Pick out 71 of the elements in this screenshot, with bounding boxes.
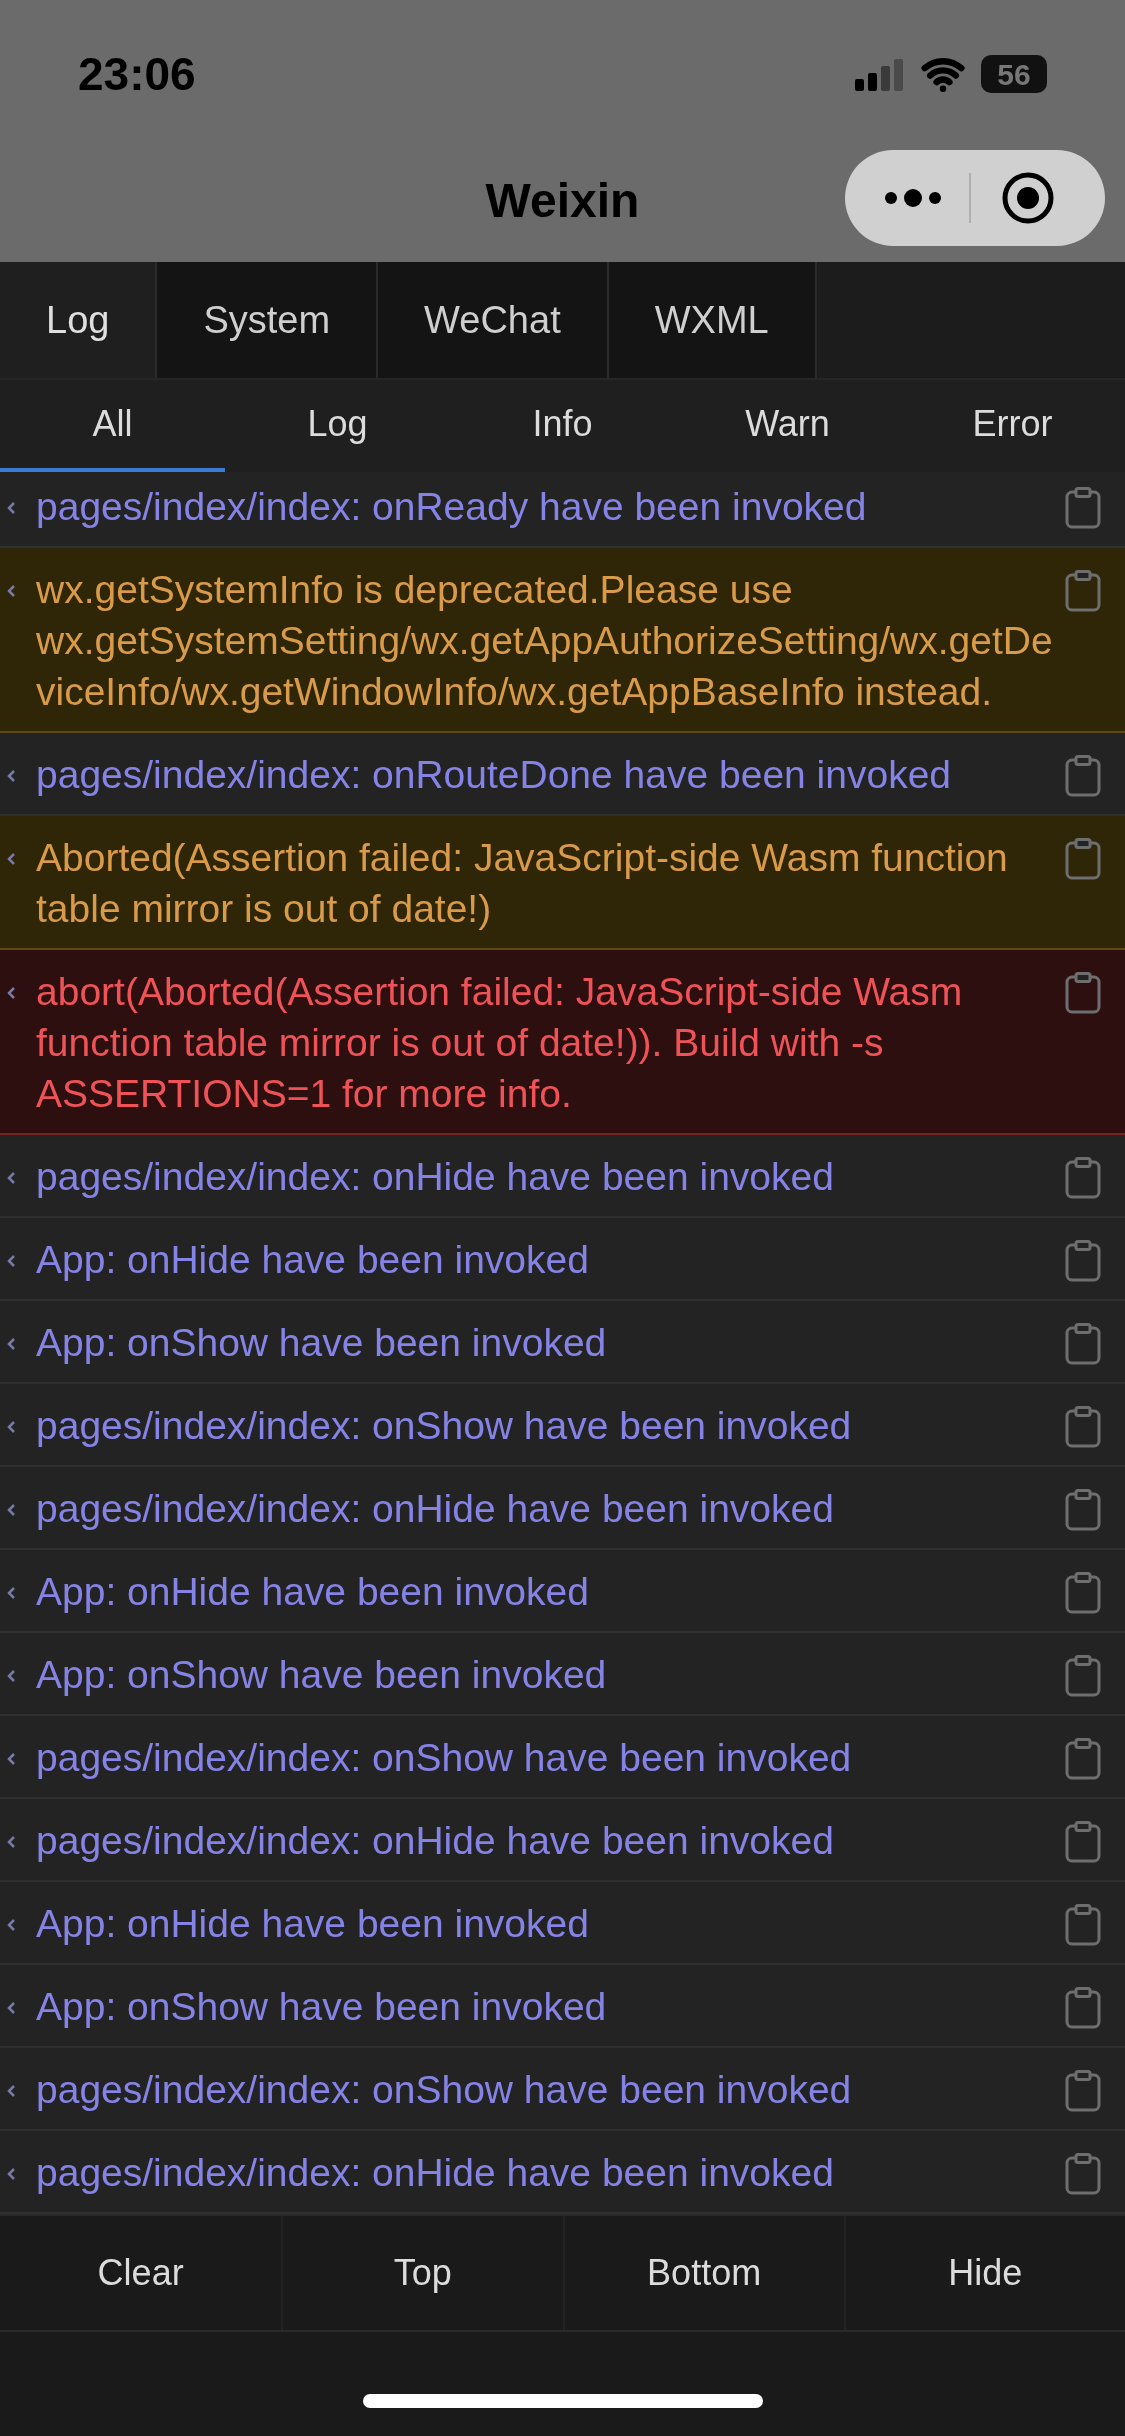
expand-chevron-icon[interactable] xyxy=(6,2084,16,2098)
expand-chevron-icon[interactable] xyxy=(6,501,16,515)
filter-tab[interactable]: Warn xyxy=(675,380,900,472)
log-message: pages/index/index: onHide have been invoked xyxy=(36,1486,835,1532)
expand-chevron-icon[interactable] xyxy=(6,986,16,1000)
expand-chevron-icon[interactable] xyxy=(6,769,16,783)
expand-chevron-icon[interactable] xyxy=(6,1503,16,1517)
log-message: pages/index/index: onShow have been invoked xyxy=(36,1403,853,1449)
log-message: wx.getSystemInfo is deprecated.Please use wx.getSystemSetting/wx.getAppAuthorizeSetting/wx.getDeviceInfo/wx.getWindowInfo/wx.getAppBaseInfo instead. xyxy=(36,567,1054,715)
expand-chevron-icon[interactable] xyxy=(6,852,16,866)
expand-chevron-icon[interactable] xyxy=(6,1337,16,1351)
expand-chevron-icon[interactable] xyxy=(6,1586,16,1600)
nav-title: Weixin xyxy=(485,173,640,229)
clipboard-icon[interactable] xyxy=(1065,1572,1101,1614)
console-action-button[interactable]: Bottom xyxy=(562,2216,844,2330)
clipboard-icon[interactable] xyxy=(1065,570,1101,612)
log-message: pages/index/index: onReady have been invoked xyxy=(36,484,868,530)
log-message: abort(Aborted(Assertion failed: JavaScript-side Wasm function table mirror is out of date!)). Build with -s ASSERTIONS=1 for more info. xyxy=(36,969,964,1117)
console-action-button[interactable]: Top xyxy=(281,2216,563,2330)
clipboard-icon[interactable] xyxy=(1065,838,1101,880)
expand-chevron-icon[interactable] xyxy=(6,584,16,598)
log-message: App: onShow have been invoked xyxy=(36,1984,608,2030)
clipboard-icon[interactable] xyxy=(1065,972,1101,1014)
expand-chevron-icon[interactable] xyxy=(6,1171,16,1185)
expand-chevron-icon[interactable] xyxy=(6,2001,16,2015)
console-action-button[interactable]: Clear xyxy=(0,2216,282,2330)
status-time: 23:06 xyxy=(78,46,196,102)
filter-tab[interactable]: Error xyxy=(900,380,1125,472)
log-message: App: onHide have been invoked xyxy=(36,1901,590,1947)
expand-chevron-icon[interactable] xyxy=(6,1420,16,1434)
expand-chevron-icon[interactable] xyxy=(6,1254,16,1268)
log-message: App: onShow have been invoked xyxy=(36,1652,608,1698)
log-message: pages/index/index: onRouteDone have been invoked xyxy=(36,752,952,798)
filter-tab[interactable]: Info xyxy=(450,380,675,472)
expand-chevron-icon[interactable] xyxy=(6,1918,16,1932)
log-message: App: onHide have been invoked xyxy=(36,1237,590,1283)
clipboard-icon[interactable] xyxy=(1065,2070,1101,2112)
clipboard-icon[interactable] xyxy=(1065,1323,1101,1365)
clipboard-icon[interactable] xyxy=(1065,1738,1101,1780)
clipboard-icon[interactable] xyxy=(1065,1821,1101,1863)
log-message: pages/index/index: onShow have been invoked xyxy=(36,2067,853,2113)
log-message: pages/index/index: onHide have been invoked xyxy=(36,1154,835,1200)
more-icon[interactable] xyxy=(883,188,943,208)
log-message: App: onShow have been invoked xyxy=(36,1320,608,1366)
clipboard-icon[interactable] xyxy=(1065,1406,1101,1448)
log-message: pages/index/index: onHide have been invoked xyxy=(36,1818,835,1864)
expand-chevron-icon[interactable] xyxy=(6,1752,16,1766)
panel-tab[interactable]: System xyxy=(157,262,379,378)
log-message: App: onHide have been invoked xyxy=(36,1569,590,1615)
clipboard-icon[interactable] xyxy=(1065,487,1101,529)
console-action-button[interactable]: Hide xyxy=(843,2216,1125,2330)
signal-icon xyxy=(855,57,905,91)
clipboard-icon[interactable] xyxy=(1065,2153,1101,2195)
panel-tab[interactable]: WXML xyxy=(608,262,817,378)
clipboard-icon[interactable] xyxy=(1065,1240,1101,1282)
clipboard-icon[interactable] xyxy=(1065,1655,1101,1697)
expand-chevron-icon[interactable] xyxy=(6,1835,16,1849)
log-message: Aborted(Assertion failed: JavaScript-side Wasm function table mirror is out of date!) xyxy=(36,835,1009,932)
clipboard-icon[interactable] xyxy=(1065,1157,1101,1199)
close-target-icon[interactable] xyxy=(1001,171,1055,225)
expand-chevron-icon[interactable] xyxy=(6,1669,16,1683)
panel-tab[interactable]: WeChat xyxy=(378,262,609,378)
clipboard-icon[interactable] xyxy=(1065,1489,1101,1531)
log-message: pages/index/index: onShow have been invoked xyxy=(36,1735,853,1781)
filter-tab[interactable]: Log xyxy=(225,380,450,472)
log-message: pages/index/index: onHide have been invoked xyxy=(36,2150,835,2196)
clipboard-icon[interactable] xyxy=(1065,1904,1101,1946)
clipboard-icon[interactable] xyxy=(1065,755,1101,797)
clipboard-icon[interactable] xyxy=(1065,1987,1101,2029)
battery-indicator: 56 xyxy=(981,55,1047,93)
expand-chevron-icon[interactable] xyxy=(6,2167,16,2181)
